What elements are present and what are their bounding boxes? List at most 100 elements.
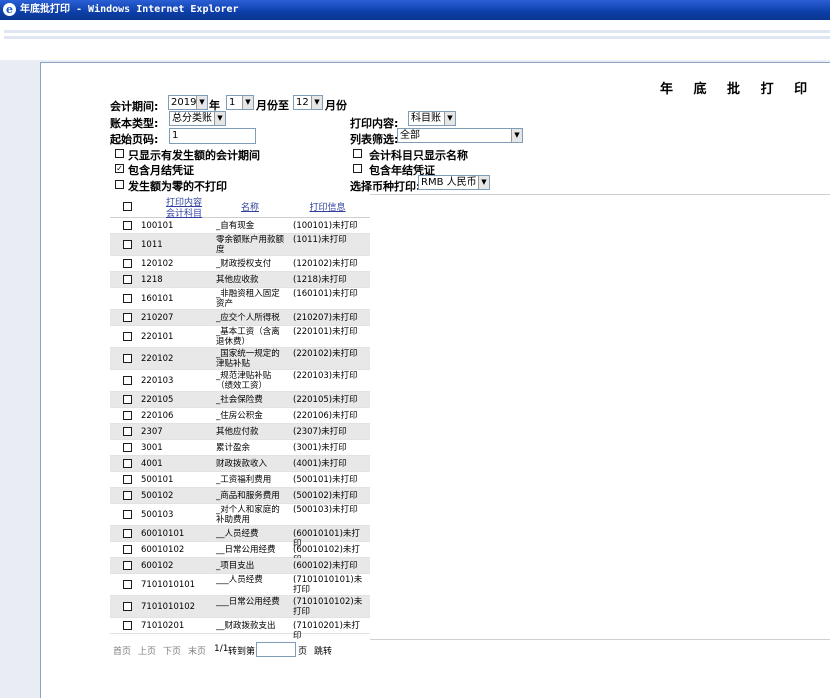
pager-next[interactable]: 下页 [163, 644, 181, 657]
table-row[interactable]: 220102 _国家统一规定的津贴补贴 (220102)未打印 [110, 348, 370, 370]
table-row[interactable]: 220106 _住房公积金 (220106)未打印 [110, 408, 370, 424]
pager-last[interactable]: 末页 [188, 644, 206, 657]
list-filter-select[interactable]: 全部 ▼ [397, 128, 523, 143]
table-row[interactable]: 2307 其他应付款 (2307)未打印 [110, 424, 370, 440]
table-row[interactable]: 160101 _非融资租入固定资产 (160101)未打印 [110, 288, 370, 310]
row-account-code: 220103 [141, 375, 174, 386]
print-content-value: 科目账 [411, 113, 441, 124]
book-type-label: 账本类型: [110, 117, 159, 130]
browser-chrome [0, 20, 830, 60]
year-select-value: 2019 [171, 97, 197, 108]
table-row[interactable]: 60010102__日常公用经费(60010102)未打印 [110, 542, 370, 565]
row-account-code: 500101 [141, 474, 174, 485]
dropdown-arrow-icon: ▼ [242, 96, 253, 109]
page-title: 年 底 批 打 印 [660, 82, 816, 97]
include-yearly-checkbox[interactable] [353, 164, 362, 173]
pager-page-input[interactable] [256, 642, 296, 657]
row-checkbox[interactable] [123, 442, 132, 452]
table-row[interactable]: 220103 _规范津贴补贴（绩效工资） (220103)未打印 [110, 370, 370, 392]
table-row[interactable]: 210207 _应交个人所得税 (210207)未打印 [110, 310, 370, 326]
row-checkbox[interactable] [123, 331, 132, 341]
currency-select[interactable]: RMB 人民币 ▼ [418, 175, 490, 190]
table-row[interactable]: 1218 其他应收款 (1218)未打印 [110, 272, 370, 288]
table-row[interactable]: 100101 _自有现金 (100101)未打印 [110, 218, 370, 234]
table-row[interactable]: 220105 _社会保险费 (220105)未打印 [110, 392, 370, 408]
row-print-info: (220106)未打印 [293, 411, 358, 421]
table-row[interactable]: 220101 _基本工资（含离退休费） (220101)未打印 [110, 326, 370, 348]
table-row[interactable]: 500102 _商品和服务费用 (500102)未打印 [110, 488, 370, 504]
table-row[interactable]: 7101010101 ___人员经费 (7101010101)未打印 [110, 574, 370, 596]
row-checkbox[interactable] [123, 220, 132, 230]
row-account-name: _国家统一规定的津贴补贴 [216, 349, 280, 369]
row-checkbox[interactable] [123, 353, 132, 363]
select-all-checkbox[interactable] [123, 202, 132, 211]
month-from-select[interactable]: 1 ▼ [226, 95, 254, 110]
row-account-code: 4001 [141, 458, 163, 469]
only-with-amount-checkbox[interactable] [115, 149, 124, 158]
row-account-name: _商品和服务费用 [216, 491, 280, 501]
row-checkbox[interactable] [123, 490, 132, 500]
zero-no-print-label: 发生额为零的不打印 [128, 180, 227, 193]
row-print-info: (1011)未打印 [293, 235, 347, 245]
table-row[interactable]: 4001 财政拨款收入 (4001)未打印 [110, 456, 370, 472]
row-print-info: (2307)未打印 [293, 427, 347, 437]
row-checkbox[interactable] [123, 458, 132, 468]
row-checkbox[interactable] [123, 544, 132, 554]
book-type-select[interactable]: 总分类账 ▼ [169, 111, 226, 126]
row-checkbox[interactable] [123, 601, 132, 611]
row-checkbox[interactable] [123, 375, 132, 385]
row-checkbox[interactable] [123, 239, 132, 249]
header-name[interactable]: 名称 [225, 200, 275, 213]
include-monthly-label: 包含月结凭证 [128, 164, 194, 177]
row-account-name: _财政授权支付 [216, 259, 272, 269]
row-checkbox[interactable] [123, 394, 132, 404]
print-content-select[interactable]: 科目账 ▼ [408, 111, 456, 126]
row-account-code: 210207 [141, 312, 174, 323]
pager-page-unit: 页 [298, 647, 308, 657]
row-account-name: _自有现金 [216, 221, 255, 231]
month-to-select[interactable]: 12 ▼ [293, 95, 323, 110]
pager-prev[interactable]: 上页 [138, 644, 156, 657]
month-to-label: 月份至 [256, 99, 289, 112]
row-checkbox[interactable] [123, 293, 132, 303]
only-name-checkbox[interactable] [353, 149, 362, 158]
table-row[interactable]: 500103 _对个人和家庭的补助费用 (500103)未打印 [110, 504, 370, 526]
year-select[interactable]: 2019 ▼ [168, 95, 208, 110]
zero-no-print-checkbox[interactable] [115, 180, 124, 189]
include-monthly-checkbox[interactable]: ✓ [115, 164, 124, 173]
row-print-info: (500102)未打印 [293, 491, 358, 501]
table-row[interactable]: 7101010102 ___日常公用经费 (7101010102)未打印 [110, 596, 370, 618]
row-checkbox[interactable] [123, 528, 132, 538]
row-checkbox[interactable] [123, 579, 132, 589]
ie-logo-icon: e [3, 3, 16, 16]
pager-jump-button[interactable]: 跳转 [314, 644, 332, 657]
table-row[interactable]: 60010101 __人员经费 (60010101)未打印 [110, 526, 370, 549]
table-row[interactable]: 71010201 __财政拨款支出 (71010201)未打印 [110, 618, 370, 640]
row-checkbox[interactable] [123, 274, 132, 284]
row-checkbox[interactable] [123, 410, 132, 420]
pager-goto-label: 转到第 [228, 647, 256, 657]
table-row[interactable]: 120102 _财政授权支付 (120102)未打印 [110, 256, 370, 272]
pager-first[interactable]: 首页 [113, 644, 131, 657]
row-checkbox[interactable] [123, 426, 132, 436]
row-checkbox[interactable] [123, 312, 132, 322]
row-checkbox[interactable] [123, 258, 132, 268]
pager-page-info: 1/1 [214, 644, 229, 654]
table-row[interactable]: 500101 _工资福利费用 (500101)未打印 [110, 472, 370, 488]
row-checkbox[interactable] [123, 474, 132, 484]
table-row[interactable]: 1011 零余额账户用款额度 (1011)未打印 [110, 234, 370, 256]
row-account-code: 1011 [141, 239, 163, 250]
row-checkbox[interactable] [123, 560, 132, 570]
header-print-info[interactable]: 打印信息 [300, 200, 355, 213]
month-unit: 月份 [325, 99, 347, 112]
row-checkbox[interactable] [123, 509, 132, 519]
table-row[interactable]: 3001 累计盈余 (3001)未打印 [110, 440, 370, 456]
table-row[interactable]: 600102 _项目支出 (600102)未打印 [110, 558, 370, 574]
start-page-input[interactable]: 1 [169, 128, 256, 144]
row-checkbox[interactable] [123, 620, 132, 630]
row-print-info: (71010201)未打印 [293, 621, 360, 640]
row-print-info: (100101)未打印 [293, 221, 358, 231]
row-account-name: __财政拨款支出 [216, 621, 276, 631]
toolbar-line [4, 36, 830, 39]
row-print-info: (220102)未打印 [293, 349, 358, 359]
